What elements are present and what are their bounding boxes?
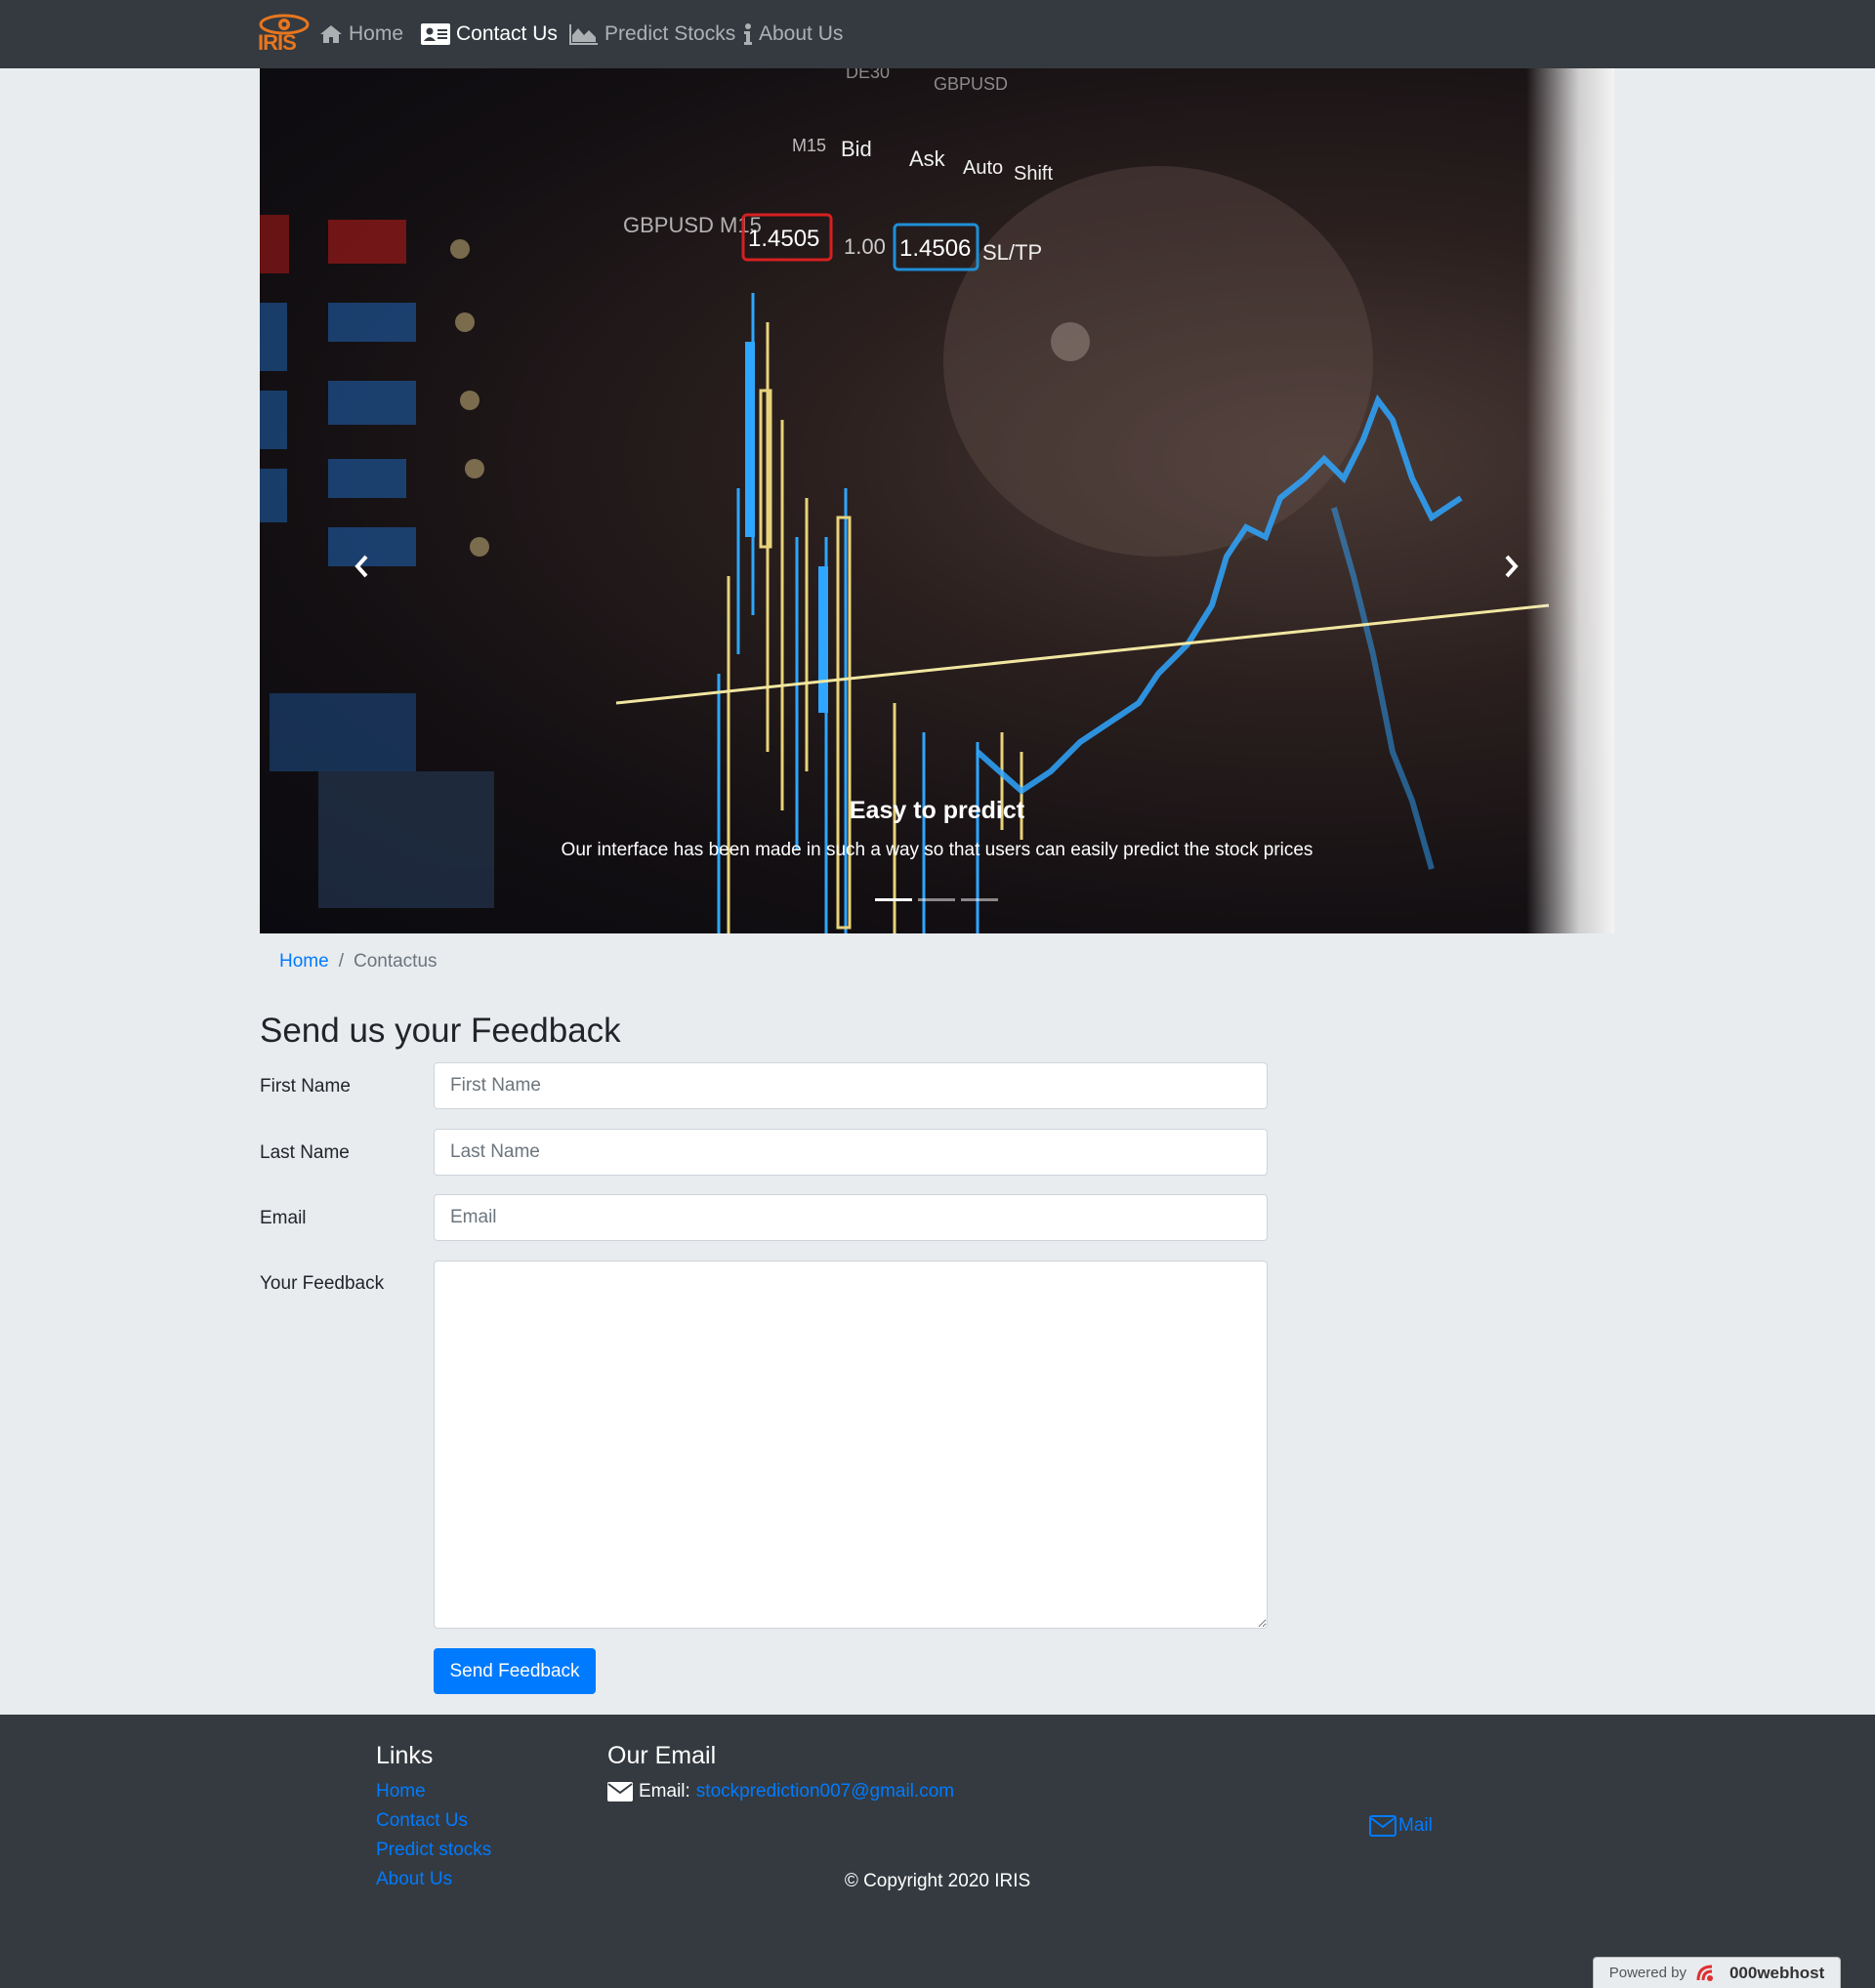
footer-link-contact[interactable]: Contact Us (376, 1810, 468, 1832)
label-shift: Shift (1014, 163, 1053, 185)
feedback-textarea[interactable] (434, 1261, 1268, 1629)
host-name: 000webhost (1729, 1963, 1825, 1982)
webhost-logo-icon (1696, 1965, 1713, 1981)
label-bid: Bid (841, 137, 872, 161)
footer-links-title: Links (376, 1742, 434, 1769)
hero-carousel: GBPUSD M15 M15 Bid Ask Auto Shift DE30 G… (260, 68, 1614, 933)
powered-by-badge[interactable]: Powered by 000webhost (1593, 1957, 1841, 1988)
area-chart-icon (569, 24, 598, 45)
label-tf: M15 (792, 136, 826, 155)
breadcrumb: Home / Contactus (279, 951, 438, 973)
address-card-icon (421, 23, 450, 45)
footer-link-predict[interactable]: Predict stocks (376, 1840, 491, 1861)
first-name-label: First Name (260, 1076, 351, 1097)
info-icon (744, 23, 752, 45)
label-auto: Auto (963, 157, 1003, 179)
nav-about-label: About Us (759, 22, 844, 45)
footer-mail-label: Mail (1398, 1815, 1433, 1836)
caption-text: Our interface has been made in such a wa… (561, 840, 1313, 860)
nav-about-us[interactable]: About Us (743, 18, 843, 51)
send-feedback-button[interactable]: Send Feedback (434, 1648, 596, 1694)
indicator-2[interactable] (918, 898, 955, 901)
navbar: IRIS Home Contact Us Predict Stocks Abou… (0, 0, 1875, 68)
brand-text: IRIS (258, 30, 297, 55)
nav-predict-label: Predict Stocks (604, 22, 736, 45)
label-top1: DE30 (846, 68, 890, 82)
footer-email-line: Email: stockprediction007@gmail.com (607, 1781, 954, 1802)
indicator-3[interactable] (961, 898, 998, 901)
nav-contact-label: Contact Us (456, 22, 558, 45)
label-top2: GBPUSD (934, 74, 1008, 94)
email-input[interactable] (434, 1194, 1268, 1241)
carousel-next[interactable] (1492, 547, 1531, 586)
indicator-1[interactable] (875, 898, 912, 901)
label-ask: Ask (909, 146, 946, 171)
copyright: © Copyright 2020 IRIS (844, 1871, 1031, 1891)
last-name-label: Last Name (260, 1142, 350, 1163)
nav-home-label: Home (349, 22, 404, 45)
label-price1: 1.4505 (748, 226, 819, 252)
breadcrumb-current: Contactus (353, 951, 438, 972)
envelope-icon (607, 1782, 633, 1802)
nav-contact-us[interactable]: Contact Us (421, 18, 558, 51)
first-name-input[interactable] (434, 1062, 1268, 1109)
chevron-left-icon (354, 555, 368, 578)
label-pair: GBPUSD M15 (623, 213, 762, 237)
powered-by-label: Powered by (1608, 1965, 1687, 1981)
page-title: Send us your Feedback (260, 1012, 621, 1050)
envelope-outline-icon (1369, 1815, 1396, 1837)
email-label: Email (260, 1208, 307, 1228)
chevron-right-icon (1505, 555, 1519, 578)
brand-logo[interactable]: IRIS (258, 12, 312, 55)
home-icon (320, 25, 342, 43)
feedback-label: Your Feedback (260, 1273, 385, 1294)
label-sltp: SL/TP (982, 240, 1042, 265)
footer-email-title: Our Email (607, 1742, 717, 1769)
label-spread: 1.00 (844, 234, 886, 259)
label-price2: 1.4506 (899, 235, 971, 262)
footer: Links Home Contact Us Predict stocks Abo… (0, 1715, 1875, 1988)
nav-home[interactable]: Home (319, 18, 403, 51)
nav-predict-stocks[interactable]: Predict Stocks (569, 18, 735, 51)
footer-mail-link[interactable]: Mail (1369, 1815, 1433, 1837)
last-name-input[interactable] (434, 1129, 1268, 1176)
breadcrumb-separator: / (338, 951, 344, 972)
footer-email-prefix: Email: (639, 1781, 690, 1802)
caption-title: Easy to predict (849, 797, 1025, 824)
carousel-indicators (875, 898, 998, 901)
footer-email-address[interactable]: stockprediction007@gmail.com (696, 1781, 954, 1802)
footer-link-home[interactable]: Home (376, 1781, 426, 1802)
breadcrumb-home[interactable]: Home (279, 951, 329, 973)
carousel-prev[interactable] (342, 547, 381, 586)
